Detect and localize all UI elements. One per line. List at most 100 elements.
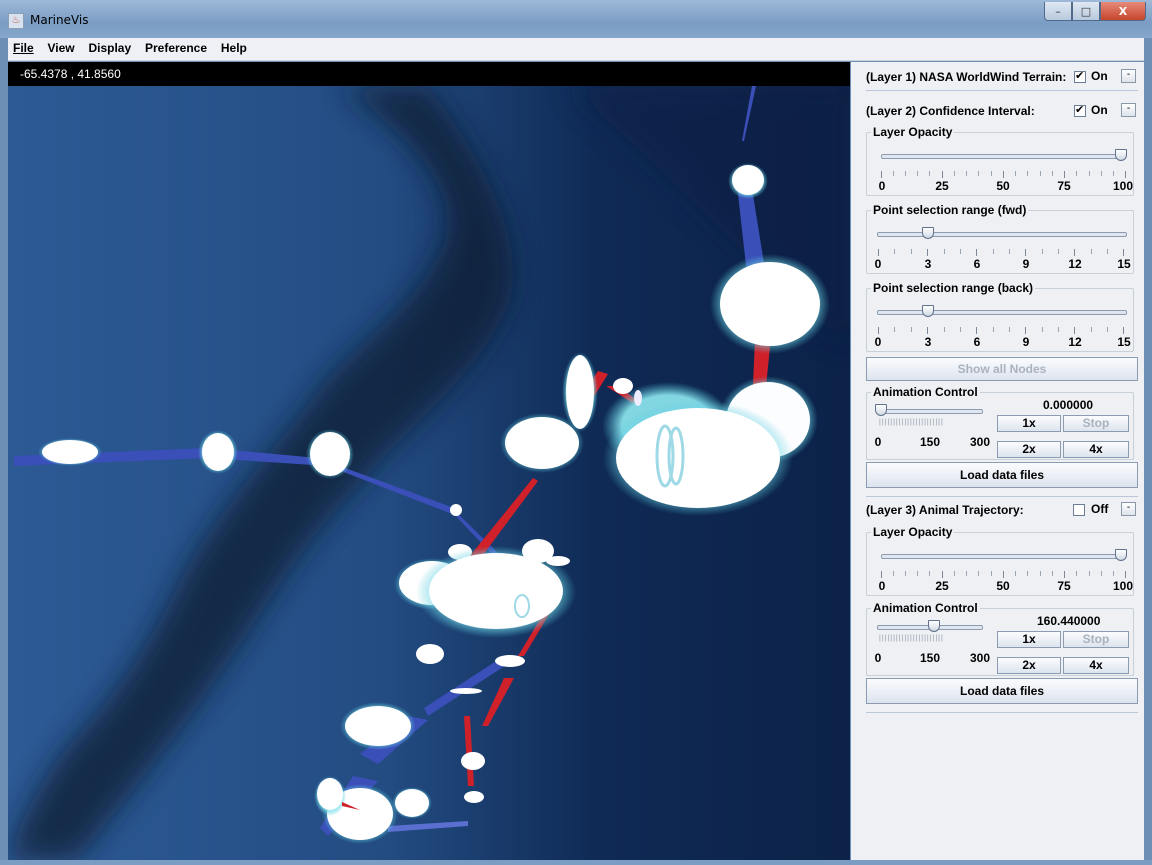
tick-label: 0 [874, 335, 882, 349]
layer2-back-range-group: Point selection range (back) 0 3 6 9 12 … [866, 281, 1134, 352]
slider-ticks: ||||||||||||||||||||||| [879, 419, 944, 426]
menu-help[interactable]: Help [216, 38, 252, 55]
divider [866, 496, 1138, 497]
tick-label: 100 [1112, 179, 1134, 193]
layer3-opacity-group: Layer Opacity 0 25 50 75 100 [866, 525, 1134, 596]
layer3-speed-4x-button[interactable]: 4x [1063, 657, 1129, 674]
tick-label: 9 [1022, 257, 1030, 271]
window-title: MarineVis [30, 13, 89, 27]
layer1-toggle-label: On [1091, 69, 1108, 83]
tick-label: 0 [878, 579, 886, 593]
layer2-opacity-ticks [881, 171, 1126, 178]
layer2-animation-title: Animation Control [871, 385, 980, 399]
tick-label: 12 [1068, 335, 1082, 349]
window-controls: – □ X [1044, 2, 1146, 21]
tick-label: 12 [1068, 257, 1082, 271]
tick-label: 150 [919, 651, 941, 665]
tick-label: 6 [973, 257, 981, 271]
layer3-collapse-button[interactable]: - [1121, 502, 1136, 516]
layer2-speed-4x-button[interactable]: 4x [1063, 441, 1129, 458]
tick-label: 0 [874, 257, 882, 271]
map-viewport[interactable]: -65.4378 , 41.8560 [8, 62, 850, 860]
layer2-animation-track[interactable] [877, 409, 983, 414]
close-button[interactable]: X [1100, 2, 1146, 21]
layer3-speed-1x-button[interactable]: 1x [997, 631, 1061, 648]
layer2-opacity-slider-thumb[interactable] [1115, 149, 1127, 161]
layer2-opacity-title: Layer Opacity [871, 125, 955, 139]
java-app-icon: ♨ [8, 13, 24, 29]
menu-display[interactable]: Display [83, 38, 136, 55]
layer2-stop-button[interactable]: Stop [1063, 415, 1129, 432]
menu-view[interactable]: View [43, 38, 80, 55]
divider [866, 712, 1138, 713]
tick-label: 0 [878, 179, 886, 193]
layer2-animation-slider-thumb[interactable] [875, 404, 887, 416]
tick-label: 50 [996, 179, 1010, 193]
trajectory-scene[interactable] [8, 86, 850, 860]
menu-preference[interactable]: Preference [140, 38, 212, 55]
tick-label: 300 [969, 651, 991, 665]
layer2-label: (Layer 2) Confidence Interval: [866, 104, 1035, 118]
layer1-checkbox[interactable] [1074, 69, 1086, 83]
layer2-back-ticks [878, 327, 1124, 334]
layer2-toggle-label: On [1091, 103, 1108, 117]
layer3-opacity-ticks [881, 571, 1126, 578]
layer2-load-data-button[interactable]: Load data files [866, 462, 1138, 488]
layer2-fwd-title: Point selection range (fwd) [871, 203, 1029, 217]
tick-label: 3 [924, 257, 932, 271]
layer2-checkbox[interactable] [1074, 103, 1086, 117]
tick-label: 9 [1022, 335, 1030, 349]
layer1-collapse-button[interactable]: - [1121, 69, 1136, 83]
layer2-back-track[interactable] [877, 310, 1127, 315]
layer2-speed-1x-button[interactable]: 1x [997, 415, 1061, 432]
layers-panel: (Layer 1) NASA WorldWind Terrain: On - (… [851, 62, 1144, 860]
minimize-button[interactable]: – [1044, 2, 1072, 21]
menu-bar: File View Display Preference Help [8, 38, 1144, 61]
tick-label: 15 [1117, 335, 1131, 349]
layer2-animation-value: 0.000000 [1043, 398, 1094, 412]
tick-label: 50 [996, 579, 1010, 593]
layer2-back-title: Point selection range (back) [871, 281, 1036, 295]
layer2-speed-2x-button[interactable]: 2x [997, 441, 1061, 458]
tick-label: 300 [969, 435, 991, 449]
menu-file[interactable]: File [8, 38, 39, 55]
layer3-opacity-track[interactable] [881, 554, 1123, 559]
app-window: ♨ MarineVis – □ X File View Display Pref… [0, 0, 1152, 865]
layer3-stop-button[interactable]: Stop [1063, 631, 1129, 648]
layer3-opacity-title: Layer Opacity [871, 525, 955, 539]
layer3-load-data-button[interactable]: Load data files [866, 678, 1138, 704]
layer2-opacity-track[interactable] [881, 154, 1123, 159]
tick-label: 100 [1112, 579, 1134, 593]
layer2-back-slider-thumb[interactable] [922, 305, 934, 317]
coordinate-readout: -65.4378 , 41.8560 [8, 62, 850, 86]
title-bar: ♨ MarineVis – □ X [0, 0, 1152, 38]
layer3-animation-slider-thumb[interactable] [928, 620, 940, 632]
layer3-animation-group: Animation Control 160.440000 |||||||||||… [866, 601, 1134, 676]
layer2-collapse-button[interactable]: - [1121, 103, 1136, 117]
tick-label: 25 [935, 179, 949, 193]
tick-label: 75 [1057, 579, 1071, 593]
tick-label: 25 [935, 579, 949, 593]
tick-label: 3 [924, 335, 932, 349]
window-bottom-border [0, 860, 1152, 865]
layer2-opacity-group: Layer Opacity 0 25 50 75 100 [866, 125, 1134, 196]
tick-label: 0 [874, 435, 882, 449]
tick-label: 6 [973, 335, 981, 349]
layer3-speed-2x-button[interactable]: 2x [997, 657, 1061, 674]
layer2-fwd-slider-thumb[interactable] [922, 227, 934, 239]
show-all-nodes-button[interactable]: Show all Nodes [866, 357, 1138, 381]
tick-label: 150 [919, 435, 941, 449]
layer3-animation-value: 160.440000 [1037, 614, 1101, 628]
layer3-animation-title: Animation Control [871, 601, 980, 615]
tick-label: 15 [1117, 257, 1131, 271]
maximize-button[interactable]: □ [1072, 2, 1100, 21]
layer3-toggle-label: Off [1091, 502, 1109, 516]
layer3-checkbox[interactable] [1073, 504, 1085, 516]
layer2-fwd-ticks [878, 249, 1124, 256]
layer2-fwd-range-group: Point selection range (fwd) 0 3 6 9 12 1… [866, 203, 1134, 274]
slider-ticks: ||||||||||||||||||||||| [879, 635, 944, 642]
tick-label: 75 [1057, 179, 1071, 193]
layer3-opacity-slider-thumb[interactable] [1115, 549, 1127, 561]
layer2-fwd-track[interactable] [877, 232, 1127, 237]
layer1-label: (Layer 1) NASA WorldWind Terrain: [866, 70, 1067, 84]
